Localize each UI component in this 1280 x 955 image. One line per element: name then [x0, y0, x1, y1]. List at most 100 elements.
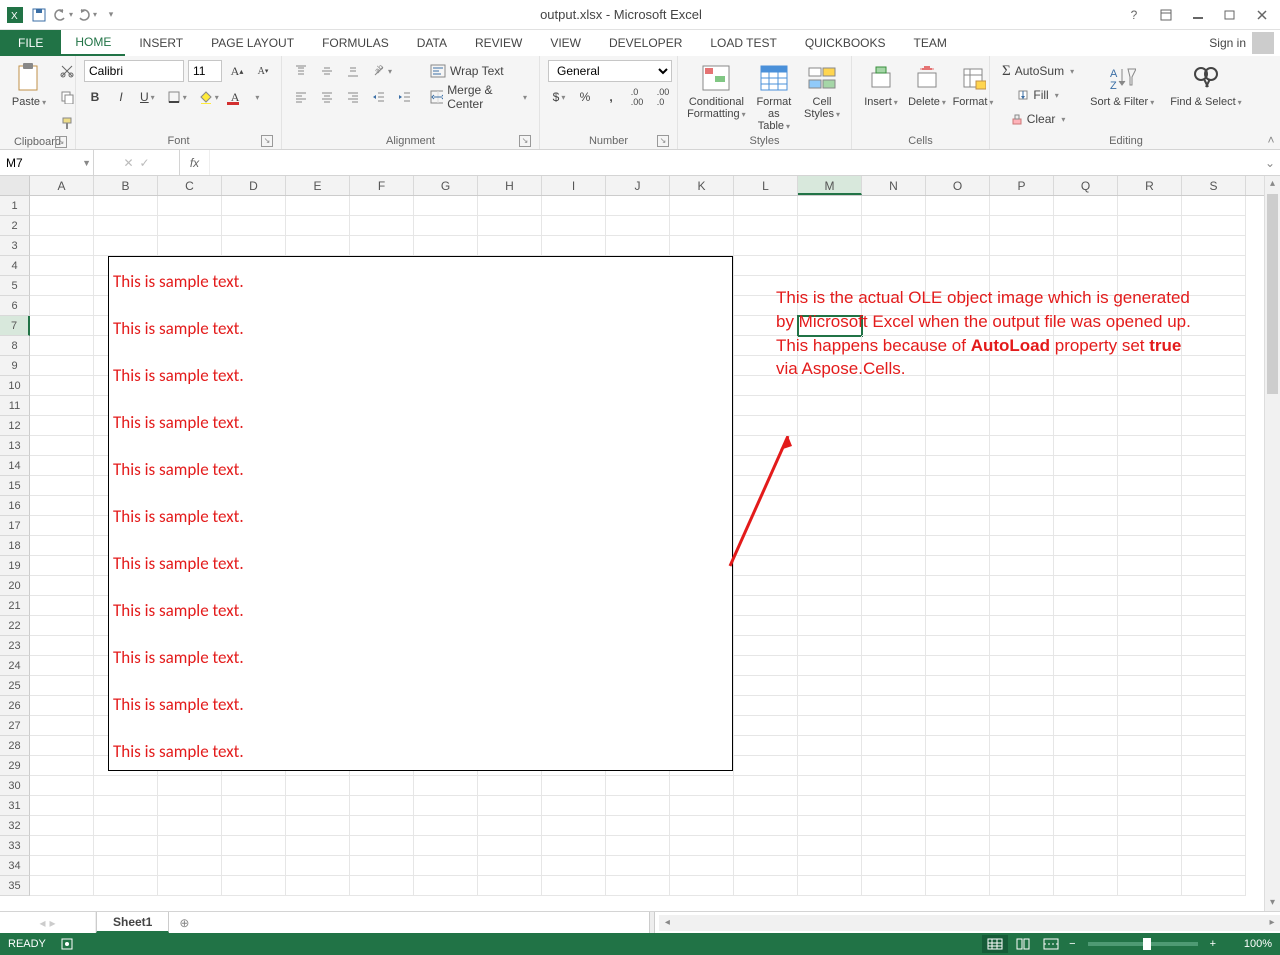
cell[interactable]	[926, 776, 990, 796]
clear-button[interactable]: Clear	[998, 108, 1078, 130]
row-header[interactable]: 18	[0, 536, 30, 556]
increase-indent-icon[interactable]	[394, 86, 416, 108]
sheet-nav-prev-icon[interactable]: ◂	[39, 916, 45, 930]
cell[interactable]	[862, 696, 926, 716]
cell[interactable]	[1054, 836, 1118, 856]
cell[interactable]	[414, 776, 478, 796]
cell[interactable]	[30, 396, 94, 416]
row-header[interactable]: 10	[0, 376, 30, 396]
cell[interactable]	[734, 536, 798, 556]
help-icon[interactable]: ?	[1120, 4, 1148, 26]
percent-format-icon[interactable]: %	[574, 86, 596, 108]
cell[interactable]	[1182, 836, 1246, 856]
cell[interactable]	[286, 796, 350, 816]
cell[interactable]	[734, 636, 798, 656]
cell[interactable]	[1054, 516, 1118, 536]
cell[interactable]	[1054, 256, 1118, 276]
row-header[interactable]: 26	[0, 696, 30, 716]
copy-icon[interactable]	[56, 86, 78, 108]
cell[interactable]	[926, 216, 990, 236]
cell[interactable]	[926, 796, 990, 816]
cell[interactable]	[734, 416, 798, 436]
cell[interactable]	[1182, 556, 1246, 576]
cell[interactable]	[1182, 236, 1246, 256]
cell[interactable]	[158, 236, 222, 256]
cell[interactable]	[1182, 696, 1246, 716]
cell[interactable]	[862, 216, 926, 236]
cell[interactable]	[1182, 536, 1246, 556]
row-header[interactable]: 22	[0, 616, 30, 636]
cell[interactable]	[990, 796, 1054, 816]
cell[interactable]	[1118, 856, 1182, 876]
row-header[interactable]: 11	[0, 396, 30, 416]
cell[interactable]	[926, 756, 990, 776]
cell[interactable]	[606, 796, 670, 816]
cell[interactable]	[862, 876, 926, 896]
cell[interactable]	[222, 776, 286, 796]
cell[interactable]	[798, 816, 862, 836]
cell[interactable]	[734, 196, 798, 216]
cell[interactable]	[606, 216, 670, 236]
orientation-icon[interactable]: ab	[368, 60, 396, 82]
cell[interactable]	[990, 456, 1054, 476]
cell[interactable]	[926, 596, 990, 616]
cell[interactable]	[862, 196, 926, 216]
cell[interactable]	[30, 456, 94, 476]
cell[interactable]	[1182, 516, 1246, 536]
cell[interactable]	[30, 496, 94, 516]
cell[interactable]	[734, 256, 798, 276]
autosum-button[interactable]: ΣAutoSum	[998, 60, 1078, 82]
cell[interactable]	[926, 576, 990, 596]
column-header[interactable]: S	[1182, 176, 1246, 195]
undo-icon[interactable]	[52, 4, 74, 26]
row-header[interactable]: 17	[0, 516, 30, 536]
normal-view-icon[interactable]	[982, 935, 1008, 953]
cell[interactable]	[798, 236, 862, 256]
cell[interactable]	[30, 196, 94, 216]
cell[interactable]	[670, 796, 734, 816]
cell[interactable]	[1054, 616, 1118, 636]
cell[interactable]	[862, 516, 926, 536]
cell[interactable]	[1118, 576, 1182, 596]
cell[interactable]	[1054, 436, 1118, 456]
cell[interactable]	[926, 556, 990, 576]
format-cells-button[interactable]: Format	[952, 60, 994, 110]
column-header[interactable]: M	[798, 176, 862, 195]
cell[interactable]	[990, 576, 1054, 596]
cell[interactable]	[30, 436, 94, 456]
cell[interactable]	[158, 216, 222, 236]
row-header[interactable]: 9	[0, 356, 30, 376]
cell[interactable]	[734, 216, 798, 236]
cell[interactable]	[30, 796, 94, 816]
cell[interactable]	[734, 456, 798, 476]
cell[interactable]	[542, 816, 606, 836]
row-header[interactable]: 21	[0, 596, 30, 616]
cell[interactable]	[990, 776, 1054, 796]
insert-cells-button[interactable]: Insert	[860, 60, 902, 110]
row-header[interactable]: 6	[0, 296, 30, 316]
cell[interactable]	[30, 876, 94, 896]
cell[interactable]	[926, 476, 990, 496]
cell[interactable]	[862, 676, 926, 696]
cell[interactable]	[1054, 596, 1118, 616]
cell[interactable]	[350, 836, 414, 856]
cell[interactable]	[670, 776, 734, 796]
cell[interactable]	[798, 716, 862, 736]
cell[interactable]	[478, 836, 542, 856]
align-center-icon[interactable]	[316, 86, 338, 108]
cell[interactable]	[734, 816, 798, 836]
cell[interactable]	[990, 216, 1054, 236]
row-header[interactable]: 28	[0, 736, 30, 756]
decrease-decimal-icon[interactable]: .00.0	[652, 86, 674, 108]
cell[interactable]	[542, 876, 606, 896]
cell[interactable]	[862, 816, 926, 836]
cell[interactable]	[1054, 236, 1118, 256]
conditional-formatting-button[interactable]: Conditional Formatting	[686, 60, 747, 122]
select-all-triangle[interactable]	[0, 176, 30, 195]
cell[interactable]	[798, 836, 862, 856]
cell[interactable]	[798, 536, 862, 556]
row-header[interactable]: 5	[0, 276, 30, 296]
cell[interactable]	[798, 756, 862, 776]
cell[interactable]	[286, 216, 350, 236]
row-header[interactable]: 30	[0, 776, 30, 796]
